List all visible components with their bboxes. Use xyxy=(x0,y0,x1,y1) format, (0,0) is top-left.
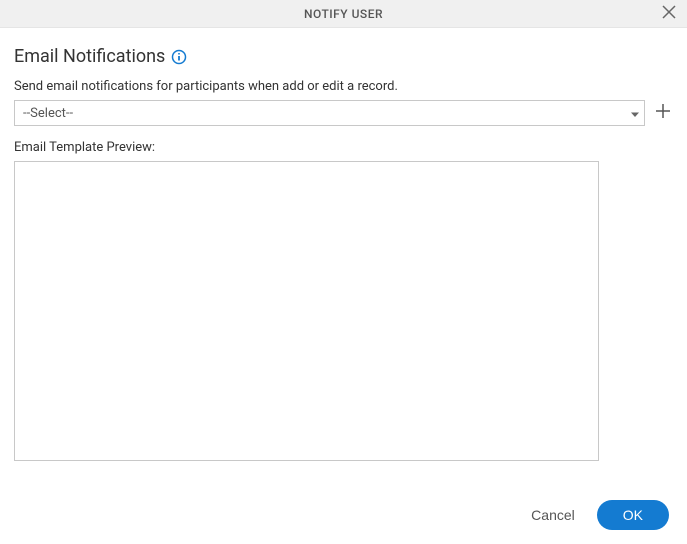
section-title-row: Email Notifications xyxy=(14,46,673,67)
cancel-button[interactable]: Cancel xyxy=(527,501,579,529)
dialog-title: NOTIFY USER xyxy=(304,7,383,21)
email-template-preview xyxy=(14,161,599,461)
section-description: Send email notifications for participant… xyxy=(14,79,673,94)
add-template-button[interactable] xyxy=(653,103,673,123)
info-icon[interactable] xyxy=(171,49,187,65)
template-select-value: --Select-- xyxy=(23,106,73,121)
close-icon xyxy=(662,4,676,23)
preview-label: Email Template Preview: xyxy=(14,140,673,155)
notify-user-dialog: NOTIFY USER Email Notifications Send ema… xyxy=(0,0,687,544)
dialog-header: NOTIFY USER xyxy=(0,0,687,28)
close-button[interactable] xyxy=(659,4,679,24)
dialog-footer: Cancel OK xyxy=(0,486,687,544)
plus-icon xyxy=(655,103,671,123)
select-row: --Select-- xyxy=(14,100,673,126)
template-select-wrapper: --Select-- xyxy=(14,100,645,126)
section-title: Email Notifications xyxy=(14,46,165,67)
template-select[interactable]: --Select-- xyxy=(14,100,645,126)
dialog-content: Email Notifications Send email notificat… xyxy=(0,28,687,486)
ok-button[interactable]: OK xyxy=(597,500,669,530)
